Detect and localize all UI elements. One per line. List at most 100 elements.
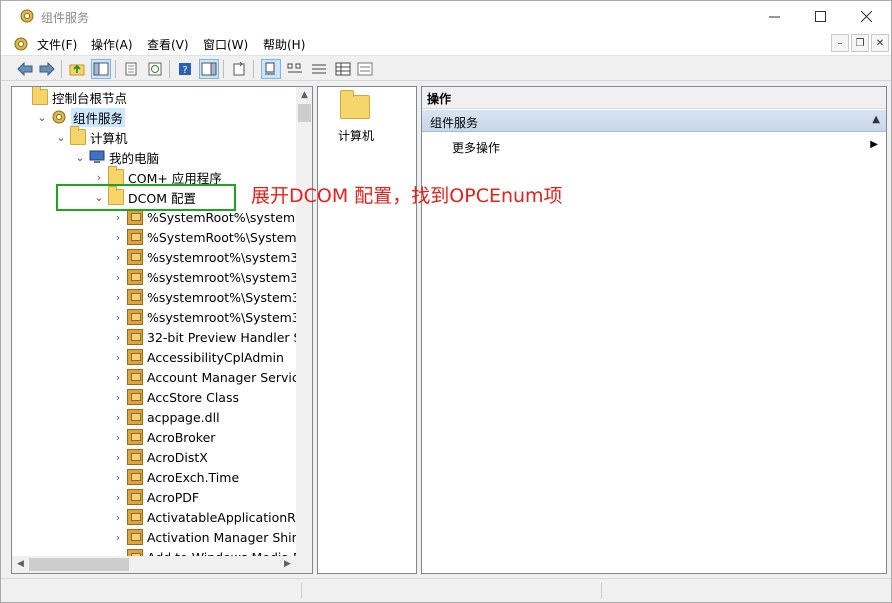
expand-arrow-icon[interactable]: › [111,471,125,484]
submenu-arrow-icon[interactable]: ▶ [870,139,878,150]
collapse-arrow-icon[interactable]: ⌄ [73,151,87,164]
tree-item-label: %SystemRoot%\System32\f [147,229,313,245]
expand-arrow-icon[interactable]: › [111,291,125,304]
tree-item[interactable]: › AcroPDF [111,487,199,507]
toolbar-separator [115,60,116,78]
component-package-icon [127,369,143,385]
expand-arrow-icon[interactable]: › [111,211,125,224]
expand-arrow-icon[interactable]: › [111,271,125,284]
menu-view[interactable]: 查看(V) [147,36,189,53]
tree-item[interactable]: ⌄ 我的电脑 [73,147,159,167]
tree-item-label: Activation Manager Shim [147,529,304,545]
tree-item[interactable]: › AccessibilityCplAdmin [111,347,284,367]
list-view-icon[interactable] [309,59,329,79]
menu-window[interactable]: 窗口(W) [203,36,248,53]
tree-item[interactable]: › AccStore Class [111,387,239,407]
expand-arrow-icon[interactable]: › [111,371,125,384]
more-actions-link[interactable]: 更多操作 [452,139,500,156]
new-window-icon[interactable] [229,59,249,79]
component-package-icon [127,469,143,485]
back-arrow-icon[interactable] [15,59,35,79]
tree-item[interactable]: › %systemroot%\system32\in [111,247,312,267]
expand-arrow-icon[interactable]: › [111,331,125,344]
expand-arrow-icon[interactable]: › [111,511,125,524]
folder-icon[interactable] [340,90,370,119]
expand-arrow-icon[interactable]: › [111,531,125,544]
component-package-icon [127,229,143,245]
mdi-close-icon[interactable]: ✕ [871,34,889,52]
tree-item[interactable]: 控制台根节点 [16,87,127,107]
refresh-icon[interactable] [145,59,165,79]
component-package-icon [127,489,143,505]
properties-icon[interactable] [121,59,141,79]
scroll-left-icon[interactable]: ◀ [12,556,29,573]
tree-item[interactable]: › %SystemRoot%\System32\f [111,227,313,247]
maximize-button[interactable] [797,1,843,32]
expand-arrow-icon[interactable]: › [111,411,125,424]
tree-item[interactable]: › ActivatableApplicationRegist [111,507,312,527]
mdi-restore-icon[interactable]: ❐ [851,34,869,52]
tree-item[interactable]: › %systemroot%\System32\U [111,287,312,307]
scroll-right-icon[interactable]: ▶ [279,556,296,573]
toolbar-separator [169,60,170,78]
expand-arrow-icon[interactable]: › [111,251,125,264]
expand-arrow-icon[interactable]: › [111,491,125,504]
scroll-thumb[interactable] [29,558,129,571]
tree-item[interactable]: › Activation Manager Shim [111,527,304,547]
tree-vertical-scrollbar[interactable]: ▲ [296,87,312,556]
actions-section-component-services[interactable]: 组件服务 ▲ [422,110,886,132]
minimize-button[interactable] [751,1,797,32]
scroll-thumb[interactable] [298,104,311,122]
expand-arrow-icon[interactable]: › [111,431,125,444]
action-pane-icon[interactable] [199,59,219,79]
tree-item-label: Account Manager Service [147,369,307,385]
tree-item[interactable]: › %systemroot%\System32\U [111,307,312,327]
status-divider [301,583,302,599]
status-divider [601,583,602,599]
tree-item[interactable]: › AcroBroker [111,427,215,447]
large-icons-view-icon[interactable] [261,59,281,79]
component-services-icon [51,109,67,125]
svg-text:?: ? [182,65,187,76]
component-package-icon [127,429,143,445]
small-icons-view-icon[interactable] [285,59,305,79]
forward-arrow-icon[interactable] [37,59,57,79]
expand-arrow-icon[interactable]: › [111,451,125,464]
tree-item[interactable]: › AcroDistX [111,447,208,467]
up-folder-icon[interactable] [67,59,87,79]
collapse-caret-icon[interactable]: ▲ [872,114,880,125]
expand-arrow-icon[interactable]: › [111,391,125,404]
close-button[interactable] [843,1,889,32]
collapse-arrow-icon[interactable]: ⌄ [35,111,49,124]
section-label: 组件服务 [430,116,479,130]
detail-view-icon[interactable] [333,59,353,79]
expand-arrow-icon[interactable]: › [111,351,125,364]
console-tree[interactable]: 控制台根节点 ⌄ 组件服务 ⌄ 计算机 ⌄ 我的电脑 › COM+ 应用程序 ⌄ DCOM 配置 ›%… [11,86,313,574]
tree-horizontal-scrollbar[interactable]: ◀ ▶ [12,556,296,573]
tree-item[interactable]: › acppage.dll [111,407,220,427]
tree-item-label: 32-bit Preview Handler Surro [147,329,313,345]
menu-help[interactable]: 帮助(H) [263,36,305,53]
mdi-minimize-icon[interactable]: – [831,34,849,52]
menu-action[interactable]: 操作(A) [91,36,133,53]
config-view-icon[interactable] [355,59,375,79]
expand-arrow-icon[interactable]: › [92,171,106,184]
component-package-icon [127,249,143,265]
tree-item[interactable]: › Account Manager Service [111,367,306,387]
show-hide-tree-icon[interactable] [91,59,111,79]
collapse-arrow-icon[interactable]: ⌄ [54,131,68,144]
help-icon[interactable]: ? [175,59,195,79]
expand-arrow-icon[interactable]: › [111,311,125,324]
tree-item[interactable]: › %systemroot%\system32\lp [111,267,312,287]
tree-item[interactable]: ⌄ 组件服务 [35,107,126,127]
tree-item[interactable]: › AcroExch.Time [111,467,239,487]
tree-item[interactable]: ⌄ 计算机 [54,126,128,147]
title-bar: 组件服务 [1,1,891,32]
tree-item[interactable]: › 32-bit Preview Handler Surro [111,327,313,347]
menu-file[interactable]: 文件(F) [37,36,77,53]
expand-arrow-icon[interactable]: › [111,231,125,244]
component-services-window: 组件服务 文件(F) 操作(A) 查看(V) 窗口(W) 帮助(H) – ❐ ✕ [0,0,892,603]
tree-item-label: 我的电脑 [109,150,160,166]
scroll-up-icon[interactable]: ▲ [296,87,312,104]
computer-item-label[interactable]: 计算机 [338,127,374,144]
